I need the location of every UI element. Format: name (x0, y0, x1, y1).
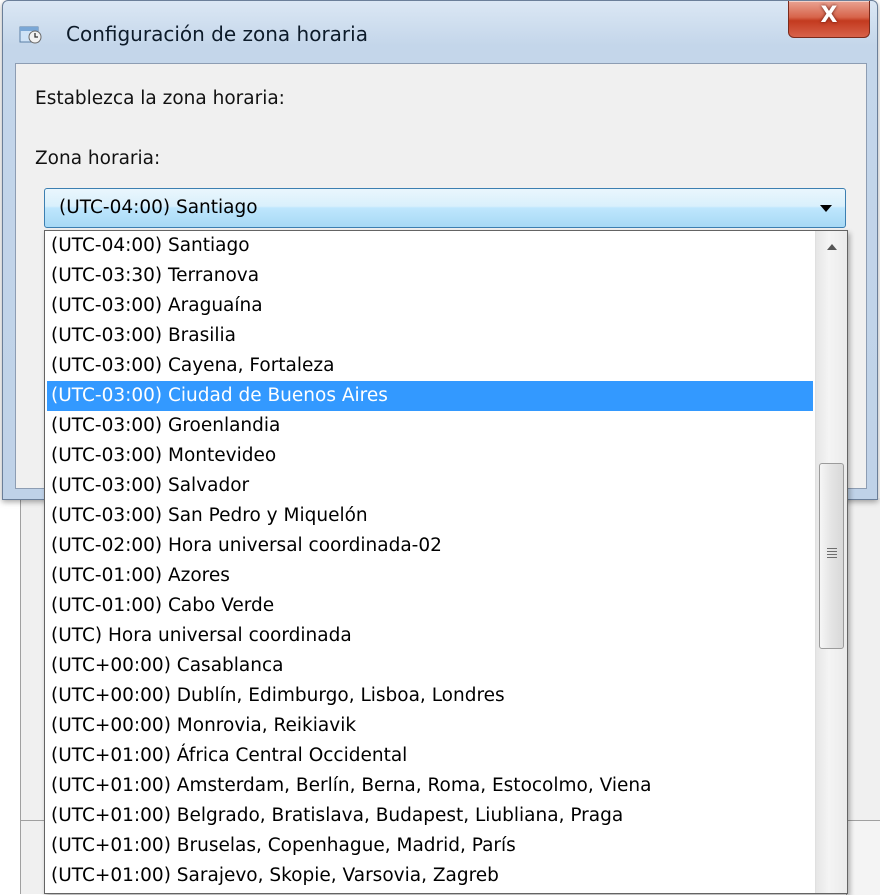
list-item[interactable]: (UTC+01:00) Sarajevo, Skopie, Varsovia, … (47, 861, 813, 891)
window-title: Configuración de zona horaria (66, 22, 368, 46)
background-panel (846, 820, 880, 895)
list-item[interactable]: (UTC-03:00) Groenlandia (47, 411, 813, 441)
list-item[interactable]: (UTC-03:00) Salvador (47, 471, 813, 501)
scrollbar-thumb[interactable] (819, 463, 844, 649)
list-item[interactable]: (UTC-03:00) Brasilia (47, 321, 813, 351)
list-item[interactable]: (UTC-02:00) Hora universal coordinada-02 (47, 531, 813, 561)
title-bar[interactable]: Configuración de zona horaria X (3, 1, 877, 63)
close-button[interactable]: X (788, 1, 870, 38)
timezone-combobox[interactable]: (UTC-04:00) Santiago (44, 188, 846, 228)
timezone-label: Zona horaria: (35, 148, 161, 169)
list-item-highlighted[interactable]: (UTC-03:00) Ciudad de Buenos Aires (47, 381, 813, 411)
list-item[interactable]: (UTC-03:00) Montevideo (47, 441, 813, 471)
list-item[interactable]: (UTC-03:00) Cayena, Fortaleza (47, 351, 813, 381)
list-item[interactable]: (UTC) Hora universal coordinada (47, 621, 813, 651)
grip-icon (827, 548, 837, 558)
list-item[interactable]: (UTC-04:00) Santiago (47, 231, 813, 261)
combobox-value: (UTC-04:00) Santiago (59, 197, 258, 218)
list-item[interactable]: (UTC-01:00) Azores (47, 561, 813, 591)
clock-settings-icon (19, 23, 43, 45)
close-icon: X (820, 3, 838, 28)
list-item[interactable]: (UTC+01:00) África Central Occidental (47, 741, 813, 771)
list-item[interactable]: (UTC+01:00) Amsterdam, Berlín, Berna, Ro… (47, 771, 813, 801)
list-item[interactable]: (UTC-03:30) Terranova (47, 261, 813, 291)
list-item[interactable]: (UTC+01:00) Belgrado, Bratislava, Budape… (47, 801, 813, 831)
list-item[interactable]: (UTC+00:00) Dublín, Edimburgo, Lisboa, L… (47, 681, 813, 711)
chevron-down-icon[interactable] (820, 205, 832, 212)
list-item[interactable]: (UTC-03:00) Araguaína (47, 291, 813, 321)
list-item[interactable]: (UTC+00:00) Casablanca (47, 651, 813, 681)
list-item[interactable]: (UTC+01:00) Bruselas, Copenhague, Madrid… (47, 831, 813, 861)
list-item[interactable]: (UTC-01:00) Cabo Verde (47, 591, 813, 621)
list-item[interactable]: (UTC+00:00) Monrovia, Reikiavik (47, 711, 813, 741)
list-item[interactable]: (UTC-03:00) San Pedro y Miquelón (47, 501, 813, 531)
scroll-up-arrow-icon[interactable] (816, 231, 847, 261)
timezone-dropdown-list[interactable]: (UTC-04:00) Santiago (UTC-03:30) Terrano… (44, 230, 848, 894)
timezone-prompt: Establezca la zona horaria: (35, 88, 285, 109)
vertical-scrollbar[interactable] (815, 231, 847, 893)
